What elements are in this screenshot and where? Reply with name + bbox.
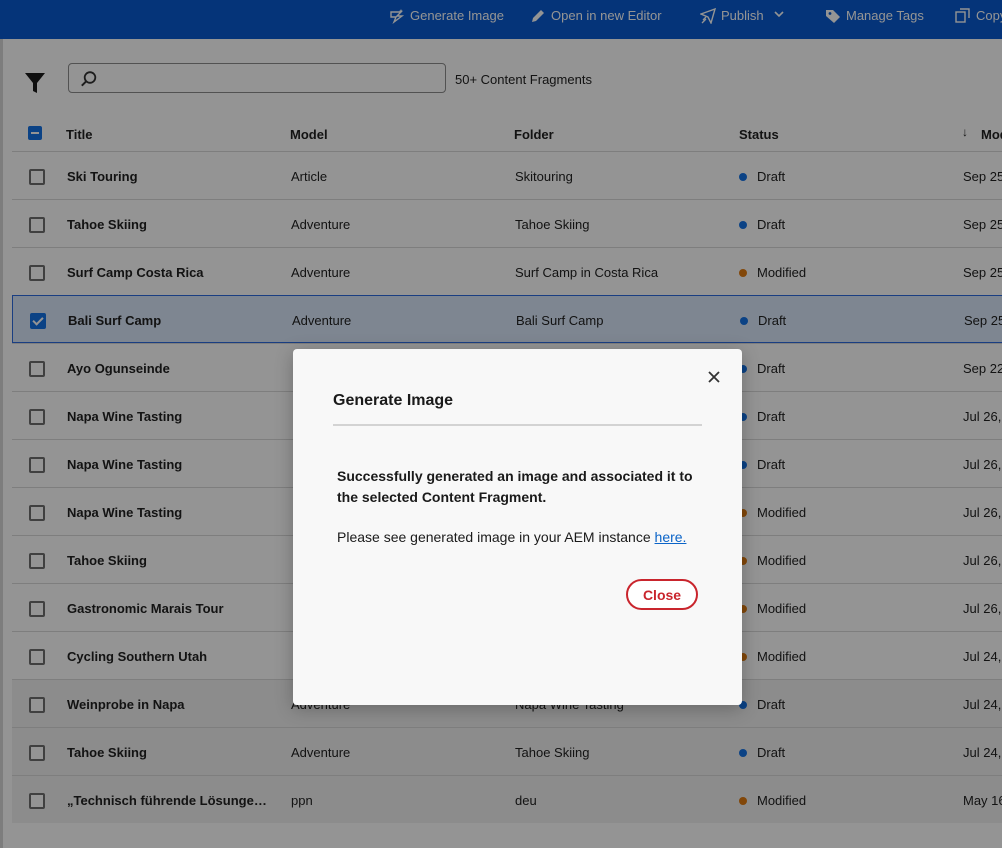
dialog-divider (333, 424, 702, 426)
here-link[interactable]: here. (655, 529, 687, 545)
close-button[interactable]: Close (626, 579, 698, 610)
close-icon[interactable] (704, 367, 724, 387)
dialog-title: Generate Image (333, 392, 454, 409)
generate-image-dialog: Generate Image Successfully generated an… (293, 349, 742, 705)
dialog-info-text: Please see generated image in your AEM i… (337, 529, 655, 545)
dialog-message: Successfully generated an image and asso… (337, 468, 693, 505)
dialog-info: Please see generated image in your AEM i… (337, 529, 686, 545)
